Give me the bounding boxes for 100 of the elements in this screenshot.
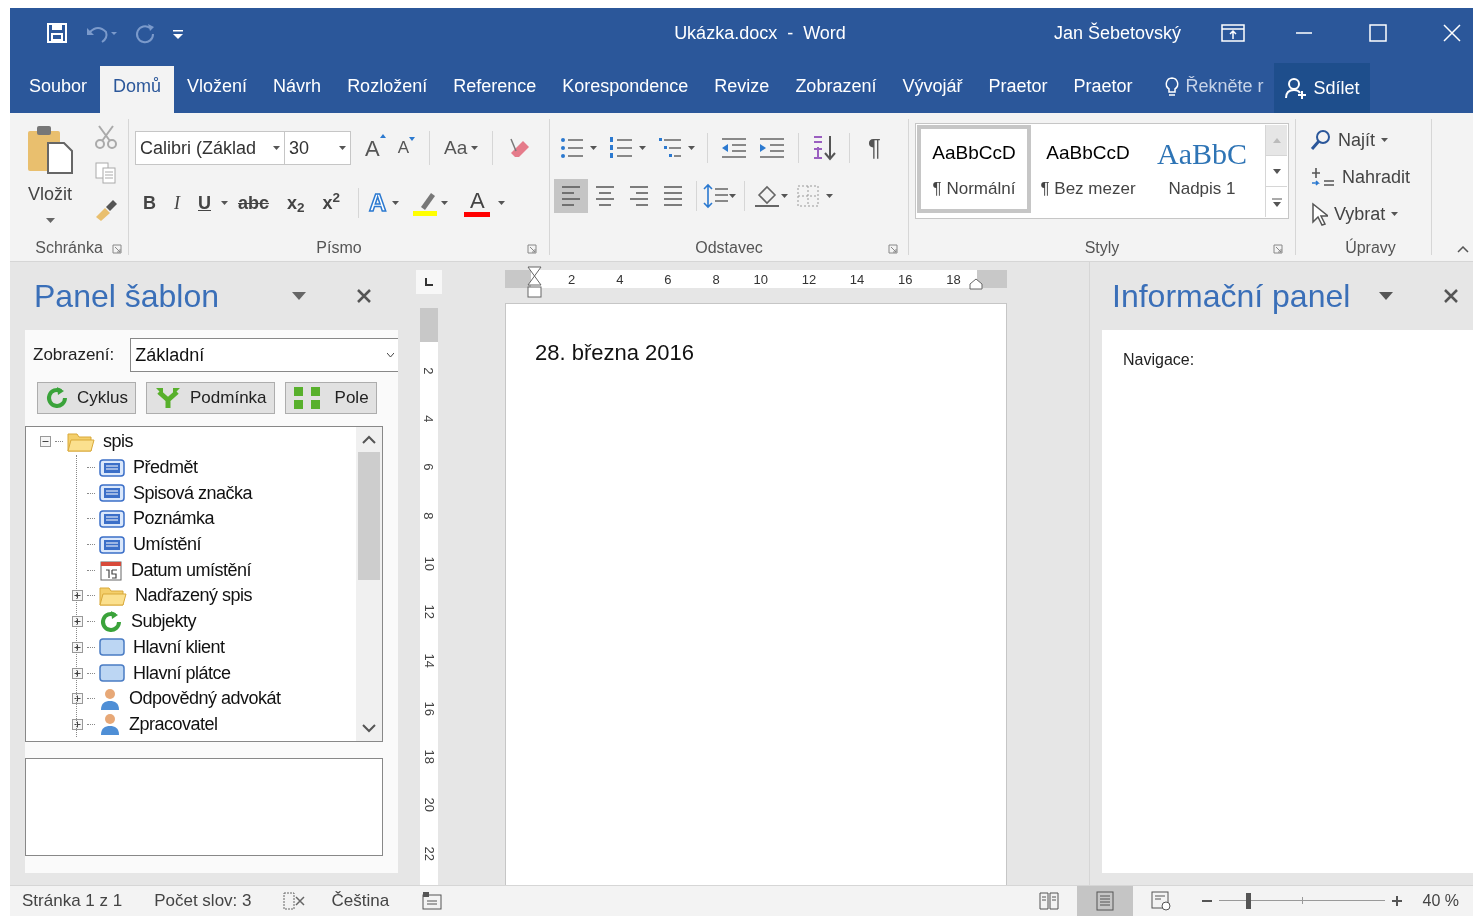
close-icon[interactable] <box>1443 288 1459 304</box>
caret-icon[interactable] <box>273 146 280 150</box>
caret-icon[interactable] <box>392 201 400 205</box>
tree-item[interactable]: Předmět <box>133 454 198 482</box>
sup-button[interactable]: x$^{2}$ <box>314 189 349 217</box>
change-case-button[interactable]: Aa <box>444 133 479 163</box>
dialog-launcher-icon[interactable] <box>112 244 122 254</box>
ribbon-tab[interactable]: Vývojář <box>889 66 976 113</box>
tree-item[interactable]: Datum umístění <box>131 556 252 584</box>
expand-icon[interactable] <box>72 667 83 679</box>
dialog-launcher-icon[interactable] <box>888 244 898 254</box>
shading-icon[interactable] <box>753 183 781 209</box>
tell-me-field[interactable]: Řekněte r <box>1185 73 1266 100</box>
cycle-button[interactable]: Cyklus <box>37 382 136 414</box>
scroll-down-icon[interactable] <box>1272 168 1281 174</box>
select-button[interactable]: Vybrat <box>1310 197 1431 231</box>
caret-icon[interactable] <box>498 201 506 205</box>
ribbon-tab[interactable]: Praetor <box>975 66 1061 113</box>
dropdown-icon[interactable] <box>292 292 306 300</box>
caret-icon[interactable] <box>781 194 788 198</box>
close-icon[interactable] <box>356 288 372 304</box>
indent-marker-icon[interactable] <box>527 266 543 298</box>
more-icon[interactable] <box>1271 197 1282 207</box>
user-name[interactable]: Jan Šebetovský <box>1053 19 1181 47</box>
caret-icon[interactable] <box>339 146 346 150</box>
style-option[interactable]: AaBbCcD ¶ Normální <box>917 125 1031 213</box>
ribbon-tab[interactable]: Domů <box>100 66 175 113</box>
bold-button[interactable]: B <box>135 189 164 217</box>
condition-button[interactable]: Podmínka <box>146 382 275 414</box>
slider-thumb[interactable] <box>1246 893 1252 909</box>
expand-icon[interactable] <box>72 590 83 602</box>
caret-icon[interactable] <box>441 201 449 205</box>
numbering-icon[interactable] <box>609 135 633 161</box>
lightbulb-icon[interactable] <box>1163 75 1180 98</box>
caret-icon[interactable] <box>688 146 695 150</box>
ribbon-tab[interactable]: Rozložení <box>334 66 441 113</box>
underline-button[interactable]: U <box>190 189 219 217</box>
dialog-launcher-icon[interactable] <box>527 244 537 254</box>
format-painter-icon[interactable] <box>94 197 118 221</box>
expand-icon[interactable] <box>72 616 83 628</box>
bullets-icon[interactable] <box>560 135 584 161</box>
zoom-in-icon[interactable] <box>1390 895 1403 907</box>
caret-icon[interactable] <box>471 146 479 150</box>
paste-button[interactable]: Vložit <box>22 123 78 235</box>
tree-item[interactable]: Subjekty <box>131 608 197 636</box>
caret-icon[interactable] <box>221 201 228 205</box>
maximize-icon[interactable] <box>1369 24 1387 42</box>
tree-item[interactable]: Nadřazený spis <box>135 582 253 610</box>
customize-icon[interactable] <box>172 27 184 39</box>
tree-item[interactable]: Hlavní klient <box>133 633 225 661</box>
redo-icon[interactable] <box>134 22 156 44</box>
find-button[interactable]: Najít <box>1310 123 1431 157</box>
caret-icon[interactable] <box>590 146 597 150</box>
tree-item[interactable]: Odpovědný advokát <box>129 685 281 713</box>
line-spacing-icon[interactable] <box>703 183 729 209</box>
sort-icon[interactable] <box>811 134 837 162</box>
ribbon-display-icon[interactable] <box>1221 24 1245 42</box>
align-left-button[interactable] <box>554 179 588 213</box>
field-button[interactable]: Pole <box>284 382 377 414</box>
collapse-icon[interactable] <box>40 436 51 448</box>
macro-icon[interactable] <box>421 891 444 911</box>
grow-font-button[interactable]: A <box>365 131 386 165</box>
replace-button[interactable]: Nahradit <box>1310 160 1431 194</box>
sub-button[interactable]: x$_{2}$ <box>279 189 313 217</box>
tree-item[interactable]: Hlavní plátce <box>133 659 231 687</box>
font-family-field[interactable]: Calibri (Základ <box>135 131 285 165</box>
style-option[interactable]: AaBbCcD ¶ Bez mezer <box>1031 125 1145 213</box>
scrollbar[interactable] <box>356 427 382 741</box>
strike-button[interactable]: abc <box>230 189 278 217</box>
style-option[interactable]: AaBbC Nadpis 1 <box>1145 125 1259 213</box>
font-size-field[interactable]: 30 <box>284 131 351 165</box>
caret-icon[interactable] <box>639 146 646 150</box>
expand-icon[interactable] <box>72 718 83 730</box>
language[interactable]: Čeština <box>331 888 390 914</box>
dropdown-icon[interactable] <box>1379 292 1393 300</box>
caret-icon[interactable] <box>729 194 736 198</box>
caret-icon[interactable] <box>1381 138 1388 142</box>
view-dropdown[interactable]: Základní <box>130 338 398 372</box>
italic-button[interactable]: I <box>166 189 188 217</box>
page-count[interactable]: Stránka 1 z 1 <box>22 888 123 914</box>
tree-item[interactable]: Umístění <box>133 531 202 559</box>
tree-item[interactable]: Zpracovatel <box>129 710 218 738</box>
expand-icon[interactable] <box>72 693 83 705</box>
word-count[interactable]: Počet slov: 3 <box>154 888 252 914</box>
caret-icon[interactable] <box>1391 212 1399 216</box>
right-indent-icon[interactable] <box>969 278 983 290</box>
tab-selector[interactable] <box>416 270 442 294</box>
zoom-slider[interactable] <box>1218 891 1385 911</box>
ribbon-tab[interactable]: Soubor <box>16 66 101 113</box>
ribbon-tab[interactable]: Vložení <box>174 66 261 113</box>
shrink-font-button[interactable]: A <box>397 135 416 161</box>
ribbon-tab[interactable]: Zobrazení <box>782 66 890 113</box>
expand-icon[interactable] <box>72 641 83 653</box>
tree-item[interactable]: spis <box>103 428 133 456</box>
ribbon-tab[interactable]: Praetor <box>1060 66 1146 113</box>
increase-indent-icon[interactable] <box>758 136 786 160</box>
tree-item[interactable]: Spisová značka <box>133 479 253 507</box>
zoom-level[interactable]: 40 % <box>1422 889 1459 913</box>
share-button[interactable]: Sdílet <box>1273 63 1370 113</box>
font-color-button[interactable]: A <box>464 189 491 217</box>
